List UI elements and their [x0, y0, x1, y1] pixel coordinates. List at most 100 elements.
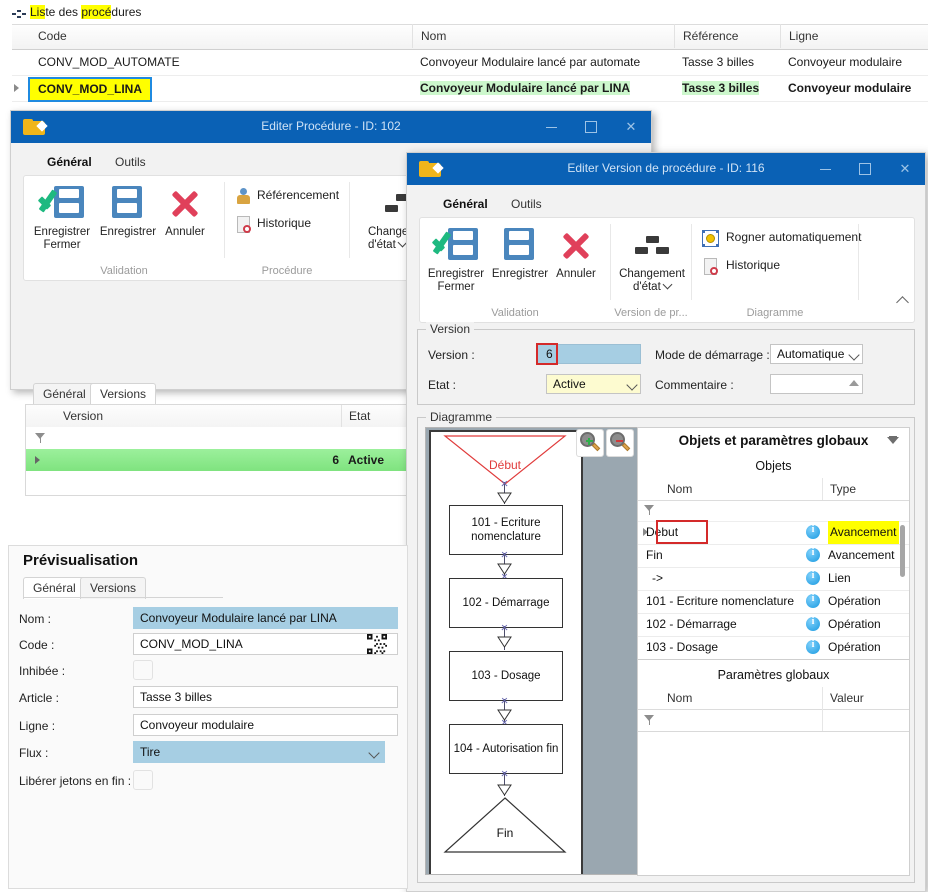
node-103[interactable]: 103 - Dosage	[449, 651, 563, 701]
chevron-down-icon	[626, 379, 638, 391]
column-header-type[interactable]: Type	[822, 478, 902, 500]
close-button[interactable]: ✕	[611, 111, 651, 143]
cancel-button[interactable]: Annuler	[548, 224, 604, 281]
checkbox-liberer-jetons[interactable]	[133, 770, 153, 790]
checkbox-inhibee[interactable]	[133, 660, 153, 680]
objets-grid-header: Nom Type	[638, 478, 909, 501]
column-header-code[interactable]: Code	[30, 24, 412, 48]
editer-version-window[interactable]: Editer Version de procédure - ID: 116 ✕ …	[406, 152, 926, 892]
parametres-subtitle: Paramètres globaux	[638, 663, 909, 688]
chevron-down-icon	[848, 349, 860, 361]
qr-code-icon[interactable]	[367, 634, 387, 654]
node-102[interactable]: 102 - Démarrage	[449, 578, 563, 628]
column-header-valeur[interactable]: Valeur	[822, 687, 902, 709]
hierarchy-icon	[12, 10, 26, 18]
inner-tabs: Général Versions	[33, 383, 233, 405]
changement-etat-button[interactable]: Changement d'état	[615, 224, 689, 294]
info-icon[interactable]	[806, 547, 820, 562]
expand-up-icon[interactable]	[849, 380, 859, 386]
table-row[interactable]: -> Lien	[638, 567, 909, 591]
maximize-button[interactable]	[845, 153, 885, 185]
zoom-in-button[interactable]	[576, 429, 604, 457]
info-icon[interactable]	[806, 524, 820, 539]
save-close-icon	[28, 182, 96, 226]
inner-tab-versions[interactable]: Versions	[90, 383, 157, 405]
tab-outils[interactable]: Outils	[109, 151, 152, 175]
table-row[interactable]: 103 - Dosage Opération	[638, 636, 909, 659]
rogner-button[interactable]: Rogner automatiquement	[702, 230, 861, 247]
table-row[interactable]: 102 - Démarrage Opération	[638, 613, 909, 637]
save-close-button[interactable]: Enregistrer Fermer	[422, 224, 490, 294]
column-header-reference[interactable]: Référence principale	[674, 24, 780, 67]
column-header-nom[interactable]: Nom	[660, 478, 829, 500]
etat-label: Etat :	[428, 378, 457, 392]
objets-filter-row[interactable]	[638, 500, 909, 522]
etat-select[interactable]: Active	[546, 374, 641, 394]
referencement-button[interactable]: Référencement	[235, 188, 340, 204]
tab-versions[interactable]: Versions	[80, 577, 147, 599]
cancel-button[interactable]: Annuler	[157, 182, 213, 239]
tab-general[interactable]: Général	[41, 151, 98, 178]
save-button[interactable]: Enregistrer	[486, 224, 554, 281]
field-nom[interactable]: Convoyeur Modulaire lancé par LINA	[133, 607, 398, 629]
table-row[interactable]: Fin Avancement	[638, 544, 909, 568]
column-header-nom[interactable]: Nom	[660, 687, 829, 709]
filter-icon[interactable]	[35, 433, 46, 443]
minimize-button[interactable]	[805, 153, 845, 185]
info-icon[interactable]	[806, 616, 820, 631]
row-expander-icon[interactable]	[35, 456, 40, 464]
crop-icon	[702, 230, 719, 247]
tab-general[interactable]: Général	[437, 193, 494, 220]
diagram-viewport[interactable]: Début 101 - Ecriture nomenclature 102 - …	[425, 427, 639, 875]
referencement-label: Référencement	[257, 188, 340, 202]
row-expander-icon[interactable]	[14, 84, 19, 92]
table-row-selected[interactable]: CONV_MOD_LINA Convoyeur Modulaire lancé …	[12, 76, 928, 102]
tab-outils[interactable]: Outils	[505, 193, 548, 217]
node-104[interactable]: 104 - Autorisation fin	[449, 724, 563, 774]
field-code[interactable]: CONV_MOD_LINA	[133, 633, 398, 655]
window-titlebar[interactable]: Editer Procédure - ID: 102 ✕	[11, 111, 651, 143]
historique-button[interactable]: Historique	[702, 258, 780, 275]
maximize-button[interactable]	[571, 111, 611, 143]
preview-tabs: Général Versions	[23, 577, 223, 599]
version-groupbox-caption: Version	[426, 322, 475, 336]
table-row[interactable]: CONV_MOD_AUTOMATE Convoyeur Modulaire la…	[12, 50, 928, 76]
filter-icon[interactable]	[644, 715, 655, 725]
save-close-button[interactable]: Enregistrer Fermer	[28, 182, 96, 252]
column-header-version[interactable]: Version	[56, 405, 348, 427]
pin-filter-icon[interactable]	[887, 436, 899, 448]
field-ligne-value: Convoyeur modulaire	[140, 718, 255, 732]
chevron-down-icon[interactable]	[368, 747, 380, 759]
cell-nom: Convoyeur Modulaire lancé par LINA	[412, 76, 674, 101]
column-header-ligne[interactable]: Ligne	[780, 24, 928, 48]
close-button[interactable]: ✕	[885, 153, 925, 185]
mode-demarrage-select[interactable]: Automatique	[770, 344, 863, 364]
historique-button[interactable]: Historique	[235, 216, 311, 233]
tab-general[interactable]: Général	[23, 577, 86, 599]
window-titlebar[interactable]: Editer Version de procédure - ID: 116 ✕	[407, 153, 925, 185]
column-header-nom[interactable]: Nom	[412, 24, 674, 48]
info-icon[interactable]	[806, 570, 820, 585]
info-icon[interactable]	[806, 639, 820, 654]
node-101[interactable]: 101 - Ecriture nomenclature	[449, 505, 563, 555]
objets-scrollbar[interactable]	[900, 525, 905, 577]
field-flux[interactable]: Tire	[133, 741, 385, 763]
ribbon-collapse-button[interactable]	[896, 296, 909, 310]
zoom-out-button[interactable]	[606, 429, 634, 457]
commentaire-input[interactable]	[770, 374, 863, 394]
parametres-filter-row[interactable]	[638, 709, 909, 732]
table-row[interactable]: Debut Avancement	[638, 520, 909, 545]
table-row[interactable]: 101 - Ecriture nomenclature Opération	[638, 590, 909, 614]
chevron-down-icon[interactable]	[662, 279, 673, 290]
diagramme-groupbox-caption: Diagramme	[426, 410, 497, 424]
field-article[interactable]: Tasse 3 billes	[133, 686, 398, 708]
diagram-canvas[interactable]: Début 101 - Ecriture nomenclature 102 - …	[429, 430, 583, 874]
etat-value: Active	[553, 377, 586, 391]
minimize-button[interactable]	[531, 111, 571, 143]
save-button[interactable]: Enregistrer	[94, 182, 162, 239]
inner-tab-general[interactable]: Général	[33, 383, 96, 405]
info-icon[interactable]	[806, 593, 820, 608]
save-close-label-1: Enregistrer	[427, 268, 485, 280]
filter-icon[interactable]	[644, 505, 655, 515]
field-ligne[interactable]: Convoyeur modulaire	[133, 714, 398, 736]
